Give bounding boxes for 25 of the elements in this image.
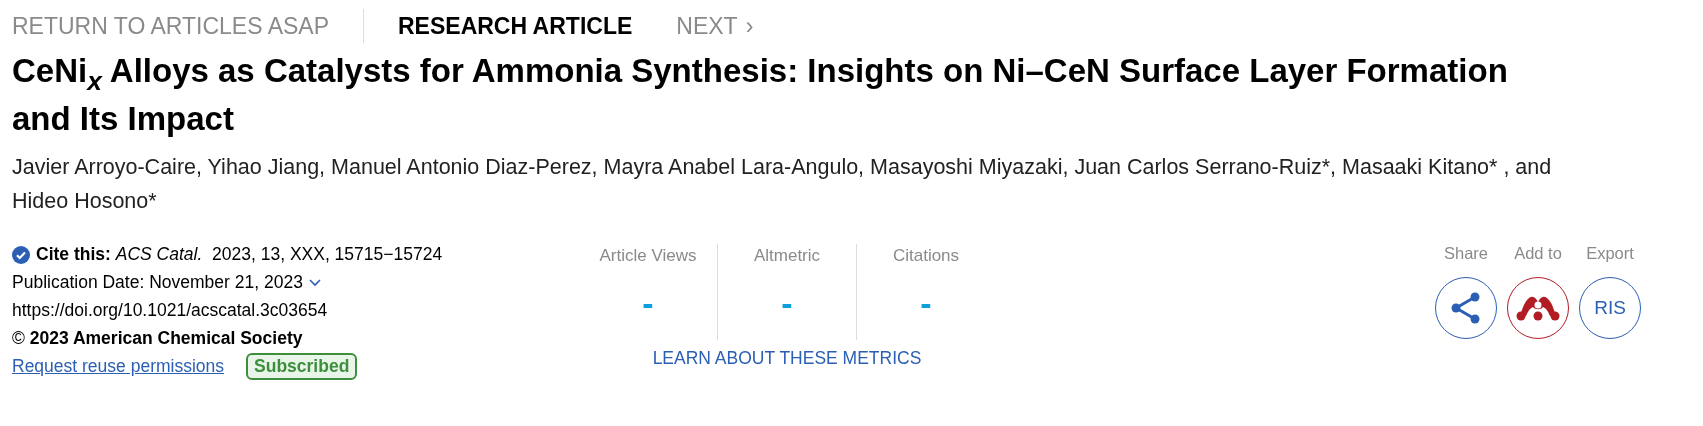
metric-label: Citations <box>892 245 960 266</box>
reuse-permissions-link[interactable]: Request reuse permissions <box>12 356 225 378</box>
article-title: CeNi$_{x}$ Alloys as Catalysts for Ammonia Synthesis: Insights on Ni–CeN Surface Layer Formation and Its Impact <box>12 52 1509 138</box>
citation: Cite this: ACS Catal. 2023, 13, XXX, 15715−15724 <box>36 244 443 266</box>
subscribed-badge: Subscribed <box>246 353 358 381</box>
action-label: Add to <box>1514 243 1562 263</box>
export-button[interactable]: RIS <box>1579 276 1641 339</box>
next-link[interactable]: NEXT › <box>676 12 754 40</box>
publication-date: Publication Date: November 21, 2023 <box>12 272 303 294</box>
action-label: Share <box>1444 243 1488 263</box>
metrics-link[interactable]: LEARN ABOUT THESE METRICS <box>652 347 922 369</box>
check-circle-icon <box>12 245 30 264</box>
article-type: RESEARCH ARTICLE <box>398 12 633 40</box>
action-label: Export <box>1586 243 1634 263</box>
doi-link[interactable]: https://doi.org/10.1021/acscatal.3c03654 <box>12 300 328 322</box>
metric-value: - <box>920 283 932 323</box>
copyright: © 2023 American Chemical Society <box>12 328 303 350</box>
author-list: Javier Arroyo-Caire, Yihao Jiang, Manuel Antonio Diaz-Perez, Mayra Anabel Lara-Angulo, Masayoshi Miyazaki, Juan Carlos Serrano-Ruiz*, Masaaki Kitano* , and Hideo Hosono* <box>12 149 1572 218</box>
chevron-down-icon[interactable] <box>308 278 321 287</box>
metric-value: - <box>781 283 793 323</box>
back-link[interactable]: RETURN TO ARTICLES ASAP <box>12 12 329 40</box>
metric-label: Article Views <box>599 245 697 266</box>
metric-label: Altmetric <box>753 245 821 266</box>
metric-value: - <box>642 283 654 323</box>
share-icon <box>1450 291 1482 324</box>
